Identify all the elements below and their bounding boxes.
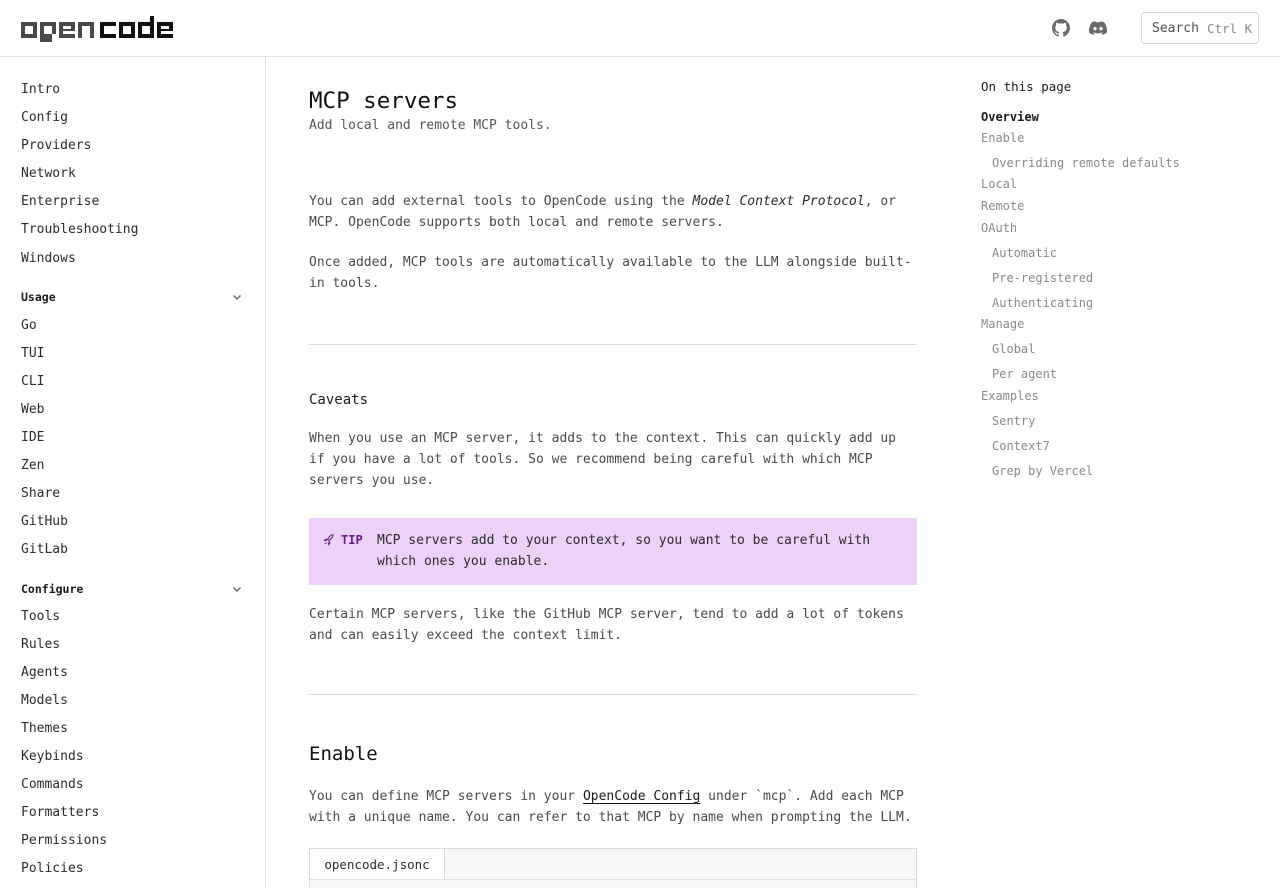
toc-item-authenticating[interactable]: Authenticating [992, 295, 1093, 311]
toc-item-overview[interactable]: Overview [981, 109, 1039, 125]
sidebar-group-label: Usage [21, 290, 56, 304]
tip-text: MCP servers add to your context, so you … [377, 533, 871, 569]
chevron-down-icon [231, 291, 243, 303]
rocket-icon [323, 534, 334, 546]
search-button[interactable]: Search Ctrl K [1141, 12, 1259, 44]
search-shortcut: Ctrl K [1206, 20, 1253, 36]
enable-paragraph: You can define MCP servers in your OpenC… [309, 786, 917, 828]
intro-paragraph-2: Once added, MCP tools are automatically … [309, 255, 912, 291]
sidebar-item-providers[interactable]: Providers [21, 137, 91, 155]
enable-heading: Enable [309, 743, 378, 765]
sidebar-item-gitlab[interactable]: GitLab [21, 541, 68, 559]
toc-item-local[interactable]: Local [981, 176, 1017, 192]
tip-callout: TIP MCP servers add to your context, so … [309, 518, 917, 585]
opencode-logo-mark [21, 16, 173, 42]
sidebar-item-web[interactable]: Web [21, 401, 44, 419]
opencode-logo[interactable] [21, 16, 181, 42]
toc-item-oauth[interactable]: OAuth [981, 220, 1017, 236]
table-of-contents: On this page Overview Enable Overriding … [981, 57, 1261, 497]
sidebar-item-windows[interactable]: Windows [21, 250, 76, 268]
sidebar-item-troubleshooting[interactable]: Troubleshooting [21, 221, 138, 239]
sidebar-item-ide[interactable]: IDE [21, 429, 44, 447]
sidebar-group-label: Configure [21, 582, 84, 596]
intro-paragraph-1: You can add external tools to OpenCode u… [309, 191, 917, 233]
sidebar-item-network[interactable]: Network [21, 165, 76, 183]
enable-text: You can define MCP servers in your [309, 789, 583, 804]
code-block: opencode.jsonc [309, 848, 917, 888]
intro-text: You can add external tools to OpenCode u… [309, 194, 693, 209]
sidebar-item-agents[interactable]: Agents [21, 664, 68, 682]
toc-item-grep-by-vercel[interactable]: Grep by Vercel [992, 463, 1093, 479]
discord-icon[interactable] [1089, 19, 1107, 37]
caveats-heading: Caveats [309, 392, 369, 408]
mcp-emphasis: Model Context Protocol [692, 194, 865, 209]
sidebar-item-formatters[interactable]: Formatters [21, 804, 99, 822]
chevron-down-icon [231, 583, 243, 595]
toc-item-per-agent[interactable]: Per agent [992, 366, 1057, 382]
tip-label: TIP [323, 533, 363, 547]
sidebar-item-go[interactable]: Go [21, 317, 37, 335]
sidebar-item-zen[interactable]: Zen [21, 457, 44, 475]
toc-item-examples[interactable]: Examples [981, 388, 1039, 404]
toc-item-context7[interactable]: Context7 [992, 438, 1050, 454]
sidebar-item-github[interactable]: GitHub [21, 513, 68, 531]
sidebar-item-models[interactable]: Models [21, 692, 68, 710]
sidebar-nav: Intro Config Providers Network Enterpris… [0, 57, 266, 888]
sidebar-item-permissions[interactable]: Permissions [21, 832, 107, 850]
sidebar-group-configure[interactable]: Configure [21, 581, 243, 597]
caveats-paragraph-1: When you use an MCP server, it adds to t… [309, 431, 896, 488]
toc-item-remote[interactable]: Remote [981, 198, 1024, 214]
toc-item-manage[interactable]: Manage [981, 316, 1024, 332]
section-divider [309, 694, 917, 695]
sidebar-item-config[interactable]: Config [21, 109, 68, 127]
sidebar-item-cli[interactable]: CLI [21, 373, 44, 391]
section-divider [309, 344, 917, 345]
sidebar-group-usage[interactable]: Usage [21, 289, 243, 305]
sidebar-item-tui[interactable]: TUI [21, 345, 44, 363]
github-icon[interactable] [1052, 19, 1070, 37]
top-header: Search Ctrl K [0, 0, 1280, 57]
toc-item-pre-registered[interactable]: Pre-registered [992, 270, 1093, 286]
sidebar-item-keybinds[interactable]: Keybinds [21, 748, 84, 766]
tip-label-text: TIP [341, 533, 363, 547]
toc-item-enable[interactable]: Enable [981, 130, 1024, 146]
toc-item-global[interactable]: Global [992, 341, 1035, 357]
code-tab-divider [310, 879, 916, 880]
sidebar-item-rules[interactable]: Rules [21, 636, 60, 654]
opencode-config-link[interactable]: OpenCode Config [583, 789, 700, 804]
sidebar-item-themes[interactable]: Themes [21, 720, 68, 738]
sidebar-item-intro[interactable]: Intro [21, 81, 60, 99]
caveats-paragraph-2: Certain MCP servers, like the GitHub MCP… [309, 607, 904, 643]
sidebar-item-tools[interactable]: Tools [21, 608, 60, 626]
main-content: MCP servers Add local and remote MCP too… [309, 57, 919, 888]
search-label: Search [1152, 20, 1199, 36]
code-tab-opencode-jsonc[interactable]: opencode.jsonc [310, 849, 445, 880]
sidebar-item-commands[interactable]: Commands [21, 776, 84, 794]
page-title: MCP servers [309, 88, 459, 114]
toc-item-sentry[interactable]: Sentry [992, 413, 1035, 429]
toc-title: On this page [981, 79, 1072, 94]
sidebar-item-policies[interactable]: Policies [21, 860, 84, 878]
toc-item-overriding-remote-defaults[interactable]: Overriding remote defaults [992, 155, 1180, 171]
sidebar-item-enterprise[interactable]: Enterprise [21, 193, 99, 211]
sidebar-item-share[interactable]: Share [21, 485, 60, 503]
toc-item-automatic[interactable]: Automatic [992, 245, 1057, 261]
page-subtitle: Add local and remote MCP tools. [309, 118, 552, 133]
